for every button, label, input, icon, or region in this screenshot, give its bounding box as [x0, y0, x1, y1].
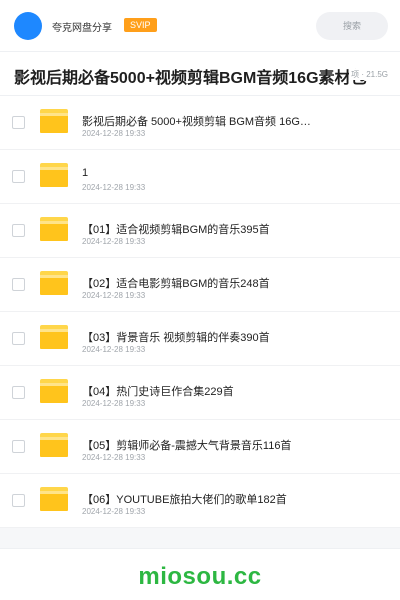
- file-date: 2024-12-28 19:33: [82, 183, 146, 192]
- row-checkbox[interactable]: [12, 224, 25, 237]
- file-name[interactable]: 【02】适合电影剪辑BGM的音乐248首: [82, 275, 312, 291]
- row-checkbox[interactable]: [12, 440, 25, 453]
- file-row[interactable]: 【03】背景音乐 视频剪辑的伴奏390首 2024-12-28 19:33: [0, 312, 400, 366]
- file-date: 2024-12-28 19:33: [82, 507, 146, 516]
- row-checkbox[interactable]: [12, 278, 25, 291]
- file-list: 影视后期必备 5000+视频剪辑 BGM音频 16G素材包 2024-12-28…: [0, 96, 400, 528]
- file-row[interactable]: 1 2024-12-28 19:33: [0, 150, 400, 204]
- file-date: 2024-12-28 19:33: [82, 291, 146, 300]
- file-row[interactable]: 【05】剪辑师必备-震撼大气背景音乐116首 2024-12-28 19:33: [0, 420, 400, 474]
- file-date: 2024-12-28 19:33: [82, 345, 146, 354]
- top-bar: 夸克网盘分享 SVIP: [0, 0, 400, 52]
- file-row[interactable]: 【06】YOUTUBE旅拍大佬们的歌单182首 2024-12-28 19:33: [0, 474, 400, 528]
- file-date: 2024-12-28 19:33: [82, 453, 146, 462]
- file-row[interactable]: 【04】热门史诗巨作合集229首 2024-12-28 19:33: [0, 366, 400, 420]
- file-name[interactable]: 【04】热门史诗巨作合集229首: [82, 383, 312, 399]
- file-name[interactable]: 【03】背景音乐 视频剪辑的伴奏390首: [82, 329, 312, 345]
- search-input[interactable]: [316, 12, 388, 40]
- folder-icon: [40, 217, 68, 241]
- brand-name: 夸克网盘分享: [52, 23, 112, 34]
- share-title-bar: 影视后期必备5000+视频剪辑BGM音频16G素材包 项 · 21.5G: [0, 52, 400, 96]
- file-name[interactable]: 1: [82, 167, 312, 179]
- share-page: 夸克网盘分享 SVIP 影视后期必备5000+视频剪辑BGM音频16G素材包 项…: [0, 0, 400, 600]
- folder-icon: [40, 109, 68, 133]
- folder-icon: [40, 271, 68, 295]
- file-name[interactable]: 影视后期必备 5000+视频剪辑 BGM音频 16G素材包: [82, 113, 312, 129]
- avatar[interactable]: [14, 12, 42, 40]
- file-name[interactable]: 【01】适合视频剪辑BGM的音乐395首: [82, 221, 312, 237]
- folder-icon: [40, 325, 68, 349]
- folder-icon: [40, 433, 68, 457]
- row-checkbox[interactable]: [12, 494, 25, 507]
- file-row[interactable]: 【01】适合视频剪辑BGM的音乐395首 2024-12-28 19:33: [0, 204, 400, 258]
- site-watermark: miosou.cc: [138, 563, 262, 590]
- file-row[interactable]: 【02】适合电影剪辑BGM的音乐248首 2024-12-28 19:33: [0, 258, 400, 312]
- share-meta: 项 · 21.5G: [349, 69, 388, 80]
- file-row[interactable]: 影视后期必备 5000+视频剪辑 BGM音频 16G素材包 2024-12-28…: [0, 96, 400, 150]
- file-date: 2024-12-28 19:33: [82, 237, 146, 246]
- file-date: 2024-12-28 19:33: [82, 399, 146, 408]
- folder-icon: [40, 379, 68, 403]
- file-date: 2024-12-28 19:33: [82, 129, 146, 138]
- row-checkbox[interactable]: [12, 386, 25, 399]
- share-title: 影视后期必备5000+视频剪辑BGM音频16G素材包: [14, 70, 367, 87]
- footer-watermark: miosou.cc: [0, 548, 400, 600]
- file-name[interactable]: 【05】剪辑师必备-震撼大气背景音乐116首: [82, 437, 312, 453]
- row-checkbox[interactable]: [12, 170, 25, 183]
- folder-icon: [40, 163, 68, 187]
- file-name[interactable]: 【06】YOUTUBE旅拍大佬们的歌单182首: [82, 491, 312, 507]
- svip-badge[interactable]: SVIP: [124, 18, 157, 32]
- row-checkbox[interactable]: [12, 116, 25, 129]
- folder-icon: [40, 487, 68, 511]
- row-checkbox[interactable]: [12, 332, 25, 345]
